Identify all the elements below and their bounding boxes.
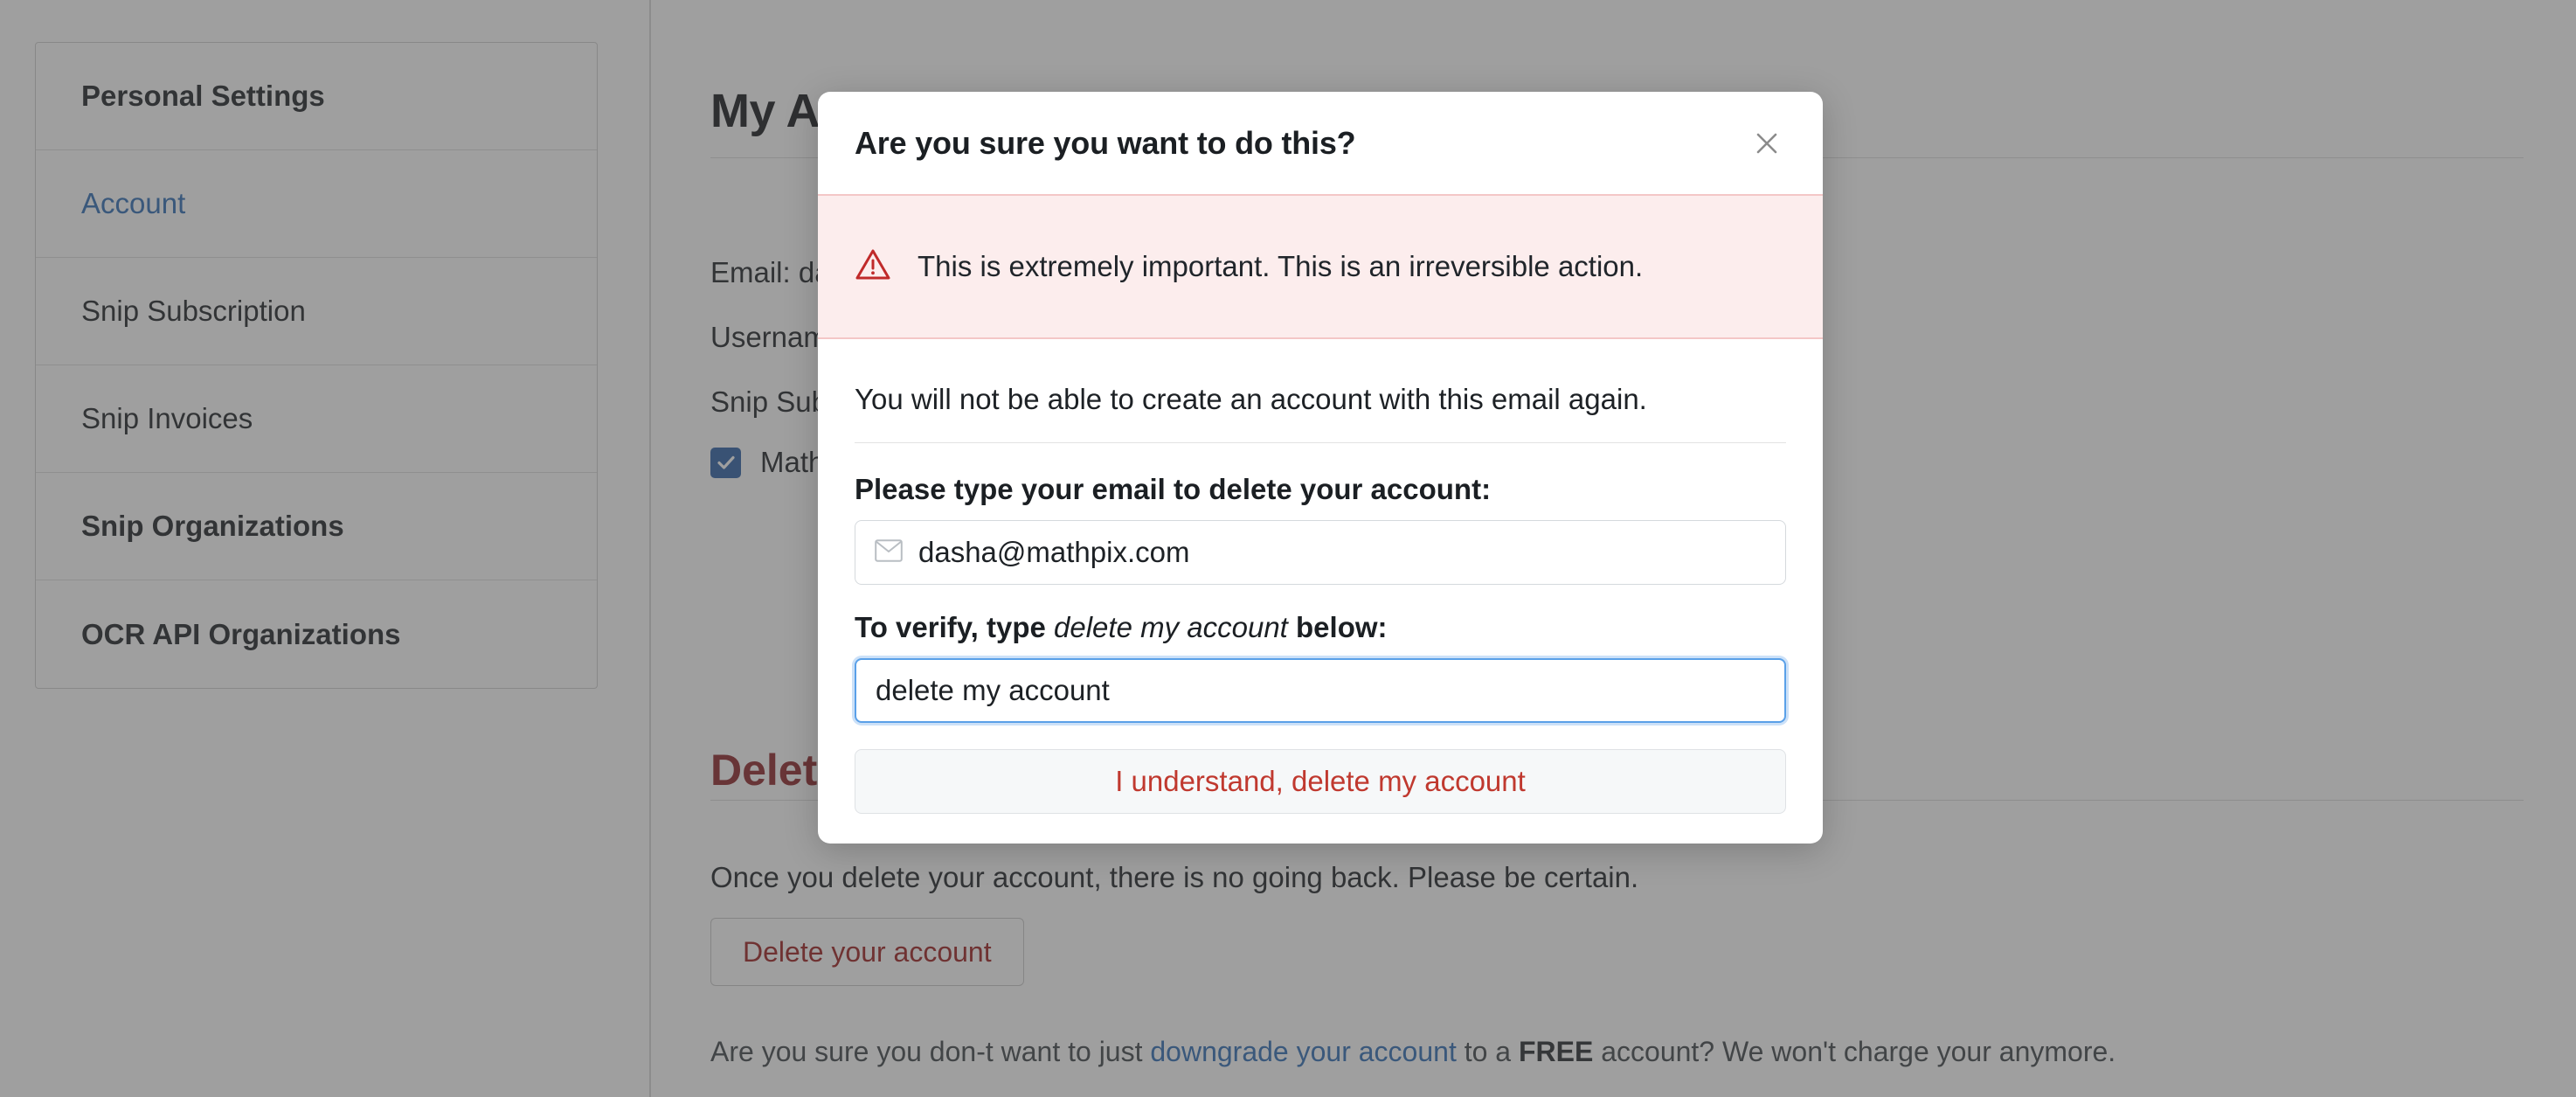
modal-body-note: You will not be able to create an accoun…	[855, 383, 1647, 415]
modal-body-divider	[855, 442, 1786, 443]
modal-body: You will not be able to create an accoun…	[818, 339, 1823, 844]
verify-label-before: To verify, type	[855, 611, 1055, 643]
email-input-wrapper[interactable]	[855, 520, 1786, 585]
warning-triangle-icon	[855, 246, 891, 288]
verify-label-after: below:	[1287, 611, 1388, 643]
verify-input[interactable]	[876, 674, 1765, 707]
verify-phrase: delete my account	[1054, 611, 1288, 643]
confirm-delete-account-modal: Are you sure you want to do this? This i…	[818, 92, 1823, 844]
verify-field-label: To verify, type delete my account below:	[855, 611, 1786, 644]
irreversible-warning-banner: This is extremely important. This is an …	[818, 194, 1823, 339]
email-input[interactable]	[918, 536, 1766, 569]
modal-header: Are you sure you want to do this?	[818, 92, 1823, 194]
envelope-icon	[875, 538, 903, 566]
warning-message: This is extremely important. This is an …	[918, 250, 1644, 282]
modal-title: Are you sure you want to do this?	[855, 124, 1356, 161]
email-field-label: Please type your email to delete your ac…	[855, 473, 1492, 505]
verify-input-wrapper[interactable]	[855, 658, 1786, 723]
close-icon[interactable]	[1748, 124, 1786, 163]
confirm-delete-account-button[interactable]: I understand, delete my account	[855, 749, 1786, 814]
